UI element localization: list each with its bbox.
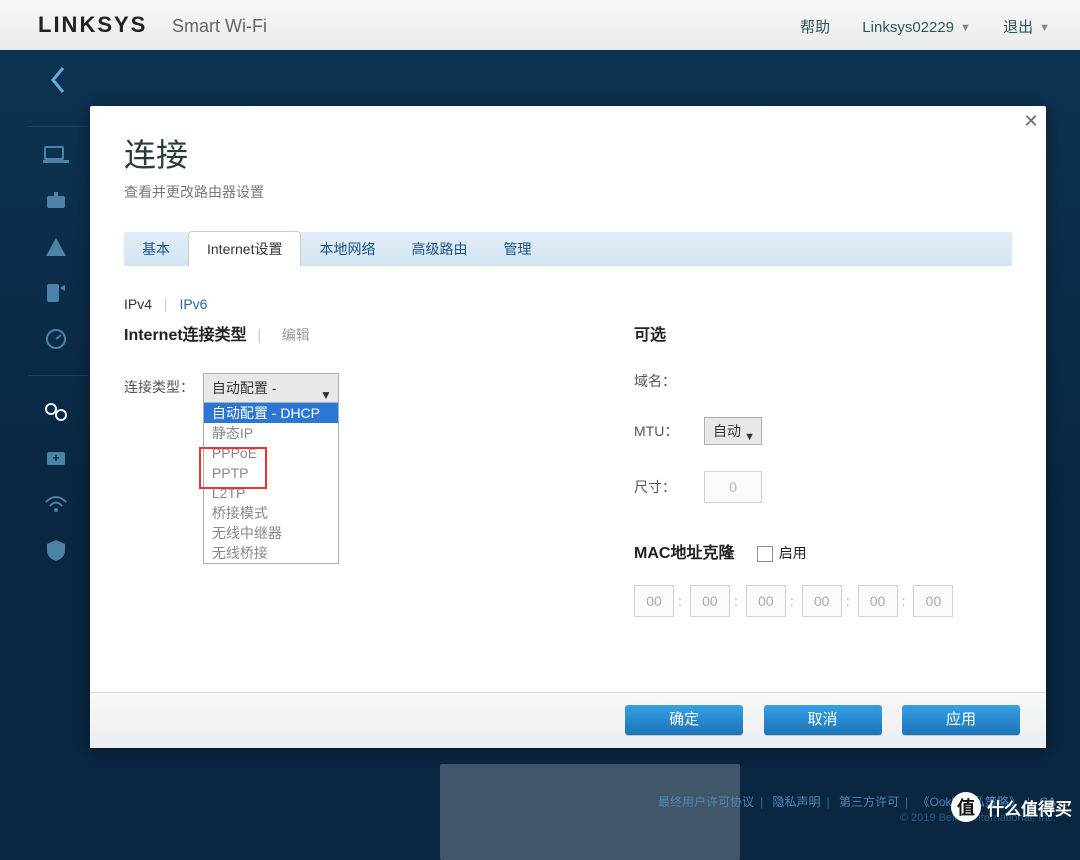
domain-label: 域名：: [634, 371, 704, 391]
mtu-select[interactable]: 自动▼: [704, 417, 762, 445]
mac-clone-heading: MAC地址克隆: [634, 545, 734, 562]
tab-admin[interactable]: 管理: [485, 232, 549, 266]
dropdown-button[interactable]: 自动配置 - DHCP▼: [203, 373, 339, 403]
sidebar-item-troubleshoot[interactable]: +: [28, 436, 84, 480]
mac-octet[interactable]: 00: [913, 585, 953, 617]
tab-advanced-routing[interactable]: 高级路由: [393, 232, 485, 266]
top-bar: LINKSYS Smart Wi-Fi 帮助 Linksys02229▼ 退出▼: [0, 0, 1080, 51]
mac-address-input: 00: 00: 00: 00: 00: 00: [634, 585, 1014, 617]
connectivity-modal: ✕ 连接 查看并更改路由器设置 基本 Internet设置 本地网络 高级路由 …: [90, 106, 1046, 748]
footer: 最终用户许可协议| 隐私声明| 第三方许可| 《Ookla隐私策略》| CA ©…: [0, 793, 1080, 824]
logout-menu[interactable]: 退出▼: [1003, 16, 1050, 37]
modal-title: 连接: [124, 130, 188, 176]
cancel-button[interactable]: 取消: [764, 705, 882, 735]
sidebar-item-speed[interactable]: [28, 317, 84, 361]
modal-button-bar: 确定 取消 应用: [90, 692, 1046, 748]
sidebar-item-wireless[interactable]: [28, 482, 84, 526]
pppoe-highlight-box: [199, 447, 267, 489]
mac-octet[interactable]: 00: [746, 585, 786, 617]
tab-internet-settings[interactable]: Internet设置: [188, 231, 301, 266]
sidebar-item-parental[interactable]: [28, 225, 84, 269]
account-menu[interactable]: Linksys02229▼: [862, 19, 971, 36]
watermark-icon: 值: [951, 792, 981, 822]
sidebar-item-security[interactable]: [28, 528, 84, 572]
footer-link[interactable]: 第三方许可: [839, 795, 899, 809]
apply-button[interactable]: 应用: [902, 705, 1020, 735]
sidebar-item-network-map[interactable]: [28, 133, 84, 177]
sidebar-item-connectivity[interactable]: [28, 390, 84, 434]
mac-octet[interactable]: 00: [634, 585, 674, 617]
size-label: 尺寸：: [634, 477, 704, 497]
dropdown-option[interactable]: 自动配置 - DHCP: [204, 403, 338, 423]
brand-logo: LINKSYS: [38, 12, 147, 38]
tab-local-network[interactable]: 本地网络: [301, 232, 393, 266]
dropdown-option[interactable]: 无线桥接: [204, 543, 338, 563]
work-area: + ✕ 连接 查看并更改路由器设置 基本 Internet设置 本地网络 高级路…: [0, 50, 1080, 828]
copyright: © 2019 Belkin International, Inc.: [0, 812, 1056, 824]
sidebar-item-media[interactable]: [28, 271, 84, 315]
dropdown-option[interactable]: 无线中继器: [204, 523, 338, 543]
mac-octet[interactable]: 00: [690, 585, 730, 617]
brand-subtitle: Smart Wi-Fi: [172, 16, 267, 37]
footer-link[interactable]: 隐私声明: [773, 795, 821, 809]
caret-down-icon: ▼: [744, 424, 755, 450]
optional-heading: 可选: [634, 321, 1014, 345]
modal-subtitle: 查看并更改路由器设置: [124, 182, 264, 202]
watermark: 值 什么值得买: [951, 792, 1072, 822]
help-link[interactable]: 帮助: [800, 16, 830, 37]
ip-version-toggle: IPv4 | IPv6: [124, 296, 207, 312]
connection-type-dropdown[interactable]: 自动配置 - DHCP▼ 自动配置 - DHCP 静态IP PPPoE PPTP…: [203, 373, 339, 403]
sidebar: +: [28, 54, 98, 574]
ok-button[interactable]: 确定: [625, 705, 743, 735]
back-chevron-icon[interactable]: [42, 64, 74, 96]
tab-bar: 基本 Internet设置 本地网络 高级路由 管理: [124, 232, 1012, 266]
ipv4-toggle[interactable]: IPv4: [124, 296, 152, 312]
dropdown-option[interactable]: 桥接模式: [204, 503, 338, 523]
tab-basic[interactable]: 基本: [124, 232, 188, 266]
mac-octet[interactable]: 00: [858, 585, 898, 617]
edit-link[interactable]: 编辑: [282, 327, 310, 343]
mac-octet[interactable]: 00: [802, 585, 842, 617]
ipv6-toggle[interactable]: IPv6: [179, 296, 207, 312]
footer-link[interactable]: 最终用户许可协议: [658, 795, 754, 809]
sidebar-item-guest[interactable]: [28, 179, 84, 223]
svg-text:+: +: [52, 451, 59, 465]
connection-type-label: 连接类型：: [124, 377, 199, 397]
enable-checkbox[interactable]: [757, 546, 773, 562]
dropdown-list: 自动配置 - DHCP 静态IP PPPoE PPTP L2TP 桥接模式 无线…: [203, 402, 339, 564]
enable-label: 启用: [779, 545, 807, 561]
mtu-label: MTU：: [634, 421, 704, 441]
internet-type-heading: Internet连接类型 | 编辑: [124, 321, 544, 345]
dropdown-option[interactable]: 静态IP: [204, 423, 338, 443]
size-input[interactable]: 0: [704, 471, 762, 503]
chevron-down-icon: ▼: [960, 22, 971, 34]
close-icon[interactable]: ✕: [1022, 112, 1040, 130]
chevron-down-icon: ▼: [1039, 22, 1050, 34]
